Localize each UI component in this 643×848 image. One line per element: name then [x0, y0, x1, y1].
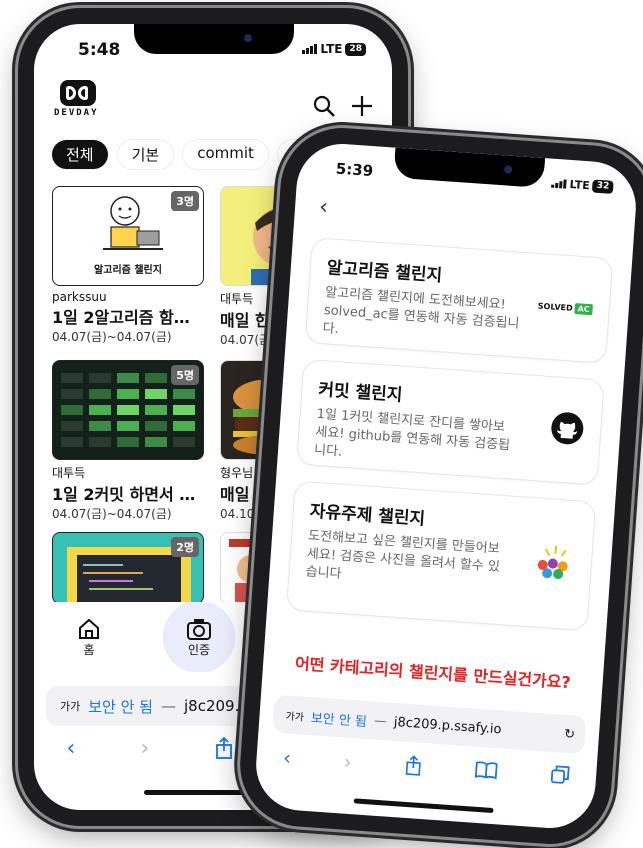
camera-icon — [187, 618, 211, 640]
participant-count-badge: 3명 — [171, 191, 199, 211]
category-question: 어떤 카테고리의 챌린지를 만드실건가요? — [294, 653, 572, 693]
url-dash: — — [161, 697, 176, 715]
category-tabs: 전체 기본 commit 일 — [52, 140, 320, 169]
phone-frame-right: 5:39 LTE 32 ‹ 알고리즘 챌린지 알고리즘 챌린지에 도전해보세요!… — [236, 123, 643, 848]
challenge-desc: 1일 1커밋 챌린지로 잔디를 쌓아보세요! github를 연동해 자동 검증… — [313, 406, 511, 460]
signal-icon — [551, 179, 567, 189]
insecure-label: 보안 안 됨 — [88, 697, 153, 716]
tab-commit[interactable]: commit — [183, 140, 268, 169]
solved-label: SOLVED — [537, 301, 573, 313]
network-label: LTE — [569, 177, 591, 193]
back-icon[interactable]: ‹ — [67, 736, 76, 766]
notch — [393, 147, 546, 189]
plus-icon[interactable] — [350, 92, 374, 125]
header-actions — [312, 92, 374, 125]
card-thumbnail: 알고리즘 챌린지 3명 — [52, 186, 204, 286]
solved-ac-logo-icon: SOLVED AC — [537, 300, 594, 316]
home-indicator — [353, 798, 494, 814]
camera — [503, 165, 513, 174]
nav-verify-label: 인증 — [187, 642, 211, 657]
signal-icon — [302, 44, 318, 54]
battery-icon: 28 — [345, 42, 366, 56]
bookmarks-icon[interactable] — [474, 759, 498, 787]
card-date: 04.07(금)~04.07(금) — [52, 330, 172, 344]
challenge-card[interactable]: 5명 대투득 1일 2커밋 하면서 … 04.07(금)~04.07(금) — [52, 360, 204, 522]
nav-verify[interactable]: 인증 — [144, 602, 254, 672]
logo-mark-icon — [60, 80, 96, 106]
text-size-button[interactable]: 가가 — [60, 698, 80, 714]
insecure-label: 보안 안 됨 — [310, 710, 368, 730]
challenge-card[interactable]: 알고리즘 챌린지 3명 parkssuu 1일 2알고리즘 함… 04.07(금… — [52, 186, 204, 345]
text-size-button[interactable]: 가가 — [285, 707, 304, 723]
challenge-option-algorithm[interactable]: 알고리즘 챌린지 알고리즘 챌린지에 도전해보세요! solved_ac를 연동… — [305, 238, 613, 363]
card-thumbnail: 5명 — [52, 360, 204, 460]
nav-home[interactable]: 홈 — [34, 602, 144, 672]
search-icon[interactable] — [312, 92, 336, 125]
url-dash: — — [373, 713, 388, 729]
camera — [244, 34, 252, 42]
challenge-desc: 알고리즘 챌린지에 도전해보세요! solved_ac를 연동해 자동 검증됩니… — [322, 285, 520, 338]
people-group-icon — [533, 540, 576, 587]
forward-icon[interactable]: › — [140, 736, 149, 766]
card-title: 1일 2알고리즘 함… — [52, 308, 190, 327]
card-author: 대투득 — [52, 466, 86, 480]
home-icon — [79, 618, 99, 639]
share-icon[interactable] — [403, 754, 423, 782]
thumb-caption: 알고리즘 챌린지 — [94, 265, 162, 276]
nav-home-label: 홈 — [83, 642, 95, 657]
tab-all[interactable]: 전체 — [52, 140, 108, 169]
share-icon[interactable] — [214, 736, 234, 766]
notch — [134, 24, 294, 54]
status-time: 5:39 — [335, 159, 374, 181]
card-date: 04.07(금)~04.07(금) — [52, 507, 172, 521]
github-icon — [549, 410, 586, 450]
ac-label: AC — [574, 303, 594, 316]
challenge-desc: 도전해보고 싶은 챌린지를 만들어보세요! 검증은 사진을 올려서 할수 있습니… — [305, 528, 501, 582]
browser-address-bar[interactable]: 가가 보안 안 됨 — j8c209.p.ssafy.io ↻ — [272, 694, 587, 755]
status-time: 5:48 — [78, 40, 121, 60]
status-indicators: LTE 32 — [551, 177, 614, 194]
battery-icon: 32 — [592, 179, 614, 194]
app-logo[interactable]: DEVDAY — [54, 80, 104, 118]
challenge-option-commit[interactable]: 커밋 챌린지 1일 1커밋 챌린지로 잔디를 쌓아보세요! github를 연동… — [297, 359, 604, 485]
network-label: LTE — [320, 42, 343, 56]
back-icon[interactable]: ‹ — [282, 745, 292, 772]
card-author: parkssuu — [52, 290, 107, 304]
back-icon[interactable]: ‹ — [318, 195, 329, 221]
participant-count-badge: 2명 — [171, 537, 199, 557]
participant-count-badge: 5명 — [171, 365, 199, 385]
url-domain: j8c209.p — [184, 697, 249, 715]
challenge-option-free[interactable]: 자유주제 챌린지 도전해보고 싶은 챌린지를 만들어보세요! 검증은 사진을 올… — [287, 481, 596, 631]
challenge-card[interactable]: 2명 — [52, 532, 204, 604]
phone-screen-right: 5:39 LTE 32 ‹ 알고리즘 챌린지 알고리즘 챌린지에 도전해보세요!… — [253, 140, 639, 832]
forward-icon[interactable]: › — [343, 750, 353, 777]
url-domain: j8c209.p.ssafy.io — [393, 714, 502, 737]
card-title: 1일 2커밋 하면서 … — [52, 485, 196, 504]
tabs-icon[interactable] — [549, 764, 571, 792]
logo-text: DEVDAY — [54, 108, 99, 118]
tab-basic[interactable]: 기본 — [117, 140, 174, 169]
card-thumbnail: 2명 — [52, 532, 204, 604]
status-indicators: LTE 28 — [302, 42, 366, 56]
reload-icon[interactable]: ↻ — [564, 726, 576, 742]
